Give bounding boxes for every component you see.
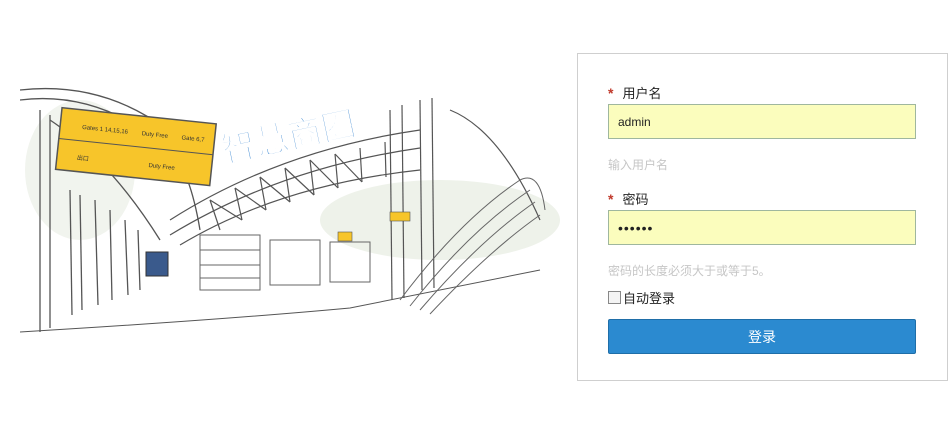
- username-hint: 输入用户名: [608, 158, 669, 172]
- username-input[interactable]: [608, 104, 916, 139]
- remember-label: 自动登录: [623, 291, 676, 306]
- password-hint: 密码的长度必须大于或等于5。: [608, 264, 771, 278]
- mall-sketch-illustration: Gates 1 14,15,16 Duty Free Gate 6,7 出口 D…: [20, 87, 560, 333]
- required-mark: *: [608, 85, 614, 101]
- login-panel: *用户名 输入用户名 *密码 •••••• 密码的长度必须大于或等于5。 自动登…: [577, 53, 948, 381]
- logo-text: 智慧商圈: [218, 104, 359, 171]
- login-button[interactable]: 登录: [608, 319, 916, 354]
- required-mark: *: [608, 191, 614, 207]
- password-label: * 密码: [608, 191, 649, 207]
- password-input[interactable]: ••••••: [608, 210, 916, 245]
- username-label: * 用户名: [608, 85, 662, 101]
- remember-checkbox[interactable]: [608, 291, 621, 304]
- remember-me[interactable]: 自动登录: [608, 288, 675, 307]
